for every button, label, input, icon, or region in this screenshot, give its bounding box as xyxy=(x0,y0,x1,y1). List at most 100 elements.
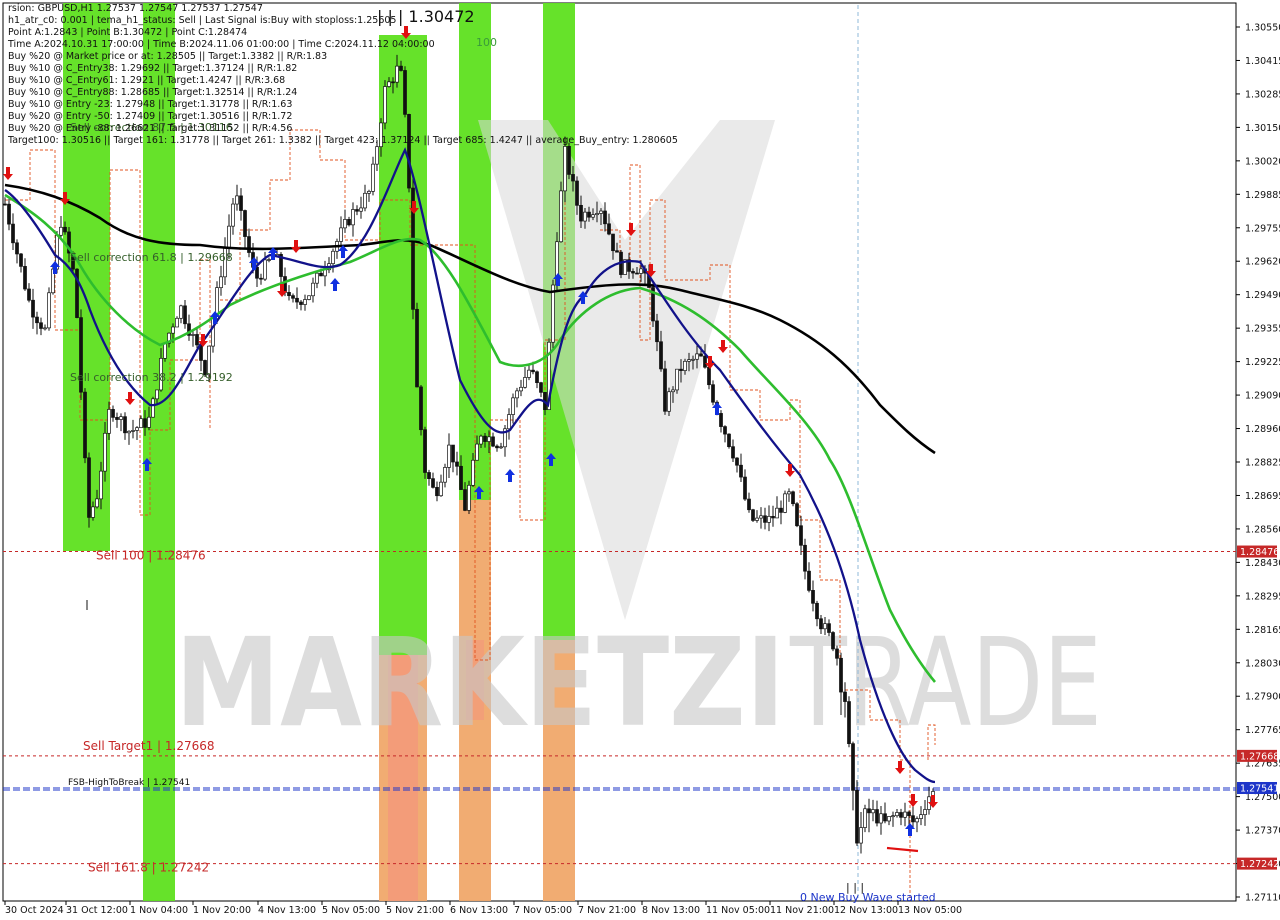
candle-body xyxy=(531,369,535,373)
price-label: 1.27541 xyxy=(1240,783,1279,794)
candle-body xyxy=(391,81,395,84)
candle-body xyxy=(567,146,571,175)
candle-body xyxy=(19,253,23,267)
candle-body xyxy=(467,484,471,511)
candle-body xyxy=(263,259,267,280)
candle-body xyxy=(43,327,47,330)
candle-body xyxy=(747,498,751,511)
candle-body xyxy=(823,623,827,630)
candle-body xyxy=(743,476,747,500)
candle-body xyxy=(151,398,155,418)
candle-body xyxy=(851,743,855,791)
candle-body xyxy=(183,305,187,325)
candle-body xyxy=(511,397,515,415)
candle-body xyxy=(63,226,67,233)
price-label: 1.27242 xyxy=(1240,859,1279,870)
candle-body xyxy=(343,219,347,229)
candle-body xyxy=(615,250,619,253)
candle-body xyxy=(903,811,907,818)
y-tick-label: 1.28165 xyxy=(1245,625,1280,636)
price-chart[interactable]: MARKETZI TRADE Sell correction 61.8 | 1.… xyxy=(0,0,1280,920)
candle-body xyxy=(23,266,27,290)
candle-body xyxy=(923,809,927,816)
candle-body xyxy=(887,816,891,822)
candle-body xyxy=(287,292,291,296)
candle-body xyxy=(119,416,123,420)
candle-body xyxy=(807,570,811,591)
x-tick-label: 7 Nov 21:00 xyxy=(578,905,636,916)
candle-body xyxy=(47,292,51,329)
x-tick-label: 6 Nov 13:00 xyxy=(450,905,508,916)
candle-body xyxy=(87,457,91,518)
candle-body xyxy=(459,465,463,490)
candle-body xyxy=(775,507,779,519)
candle-body xyxy=(191,334,195,336)
candle-body xyxy=(831,632,835,650)
candle-body xyxy=(819,618,823,630)
candle-body xyxy=(95,498,99,508)
candle-body xyxy=(635,272,639,275)
candle-body xyxy=(299,301,303,305)
candle-body xyxy=(315,272,319,284)
candle-body xyxy=(811,590,815,604)
candle-body xyxy=(31,299,35,318)
candle-body xyxy=(147,416,151,428)
candle-body xyxy=(783,493,787,513)
candle-body xyxy=(447,444,451,468)
candle-body xyxy=(171,326,175,334)
y-tick-label: 1.29225 xyxy=(1245,357,1280,368)
y-tick-label: 1.27370 xyxy=(1245,826,1280,837)
candle-body xyxy=(155,389,159,400)
candle-body xyxy=(247,236,251,253)
candle-body xyxy=(499,446,503,449)
candle-body xyxy=(479,435,483,445)
candle-body xyxy=(571,174,575,182)
candle-body xyxy=(475,443,479,461)
candle-body xyxy=(727,433,731,448)
y-tick-label: 1.30285 xyxy=(1245,89,1280,100)
candle-body xyxy=(723,426,727,435)
candle-body xyxy=(899,812,903,818)
x-tick-label: 5 Nov 21:00 xyxy=(386,905,444,916)
y-tick-label: 1.28030 xyxy=(1245,658,1280,669)
candle-body xyxy=(607,223,611,235)
candle-body xyxy=(227,225,231,249)
candle-body xyxy=(7,203,11,225)
candle-body xyxy=(751,509,755,521)
level-label: FSB-HighToBreak | 1.27541 xyxy=(68,778,190,788)
y-tick-label: 1.28295 xyxy=(1245,591,1280,602)
candle-body xyxy=(595,213,599,216)
y-tick-label: 1.30550 xyxy=(1245,23,1280,34)
candle-body xyxy=(307,295,311,300)
x-tick-label: 30 Oct 2024 xyxy=(5,905,64,916)
candle-body xyxy=(883,813,887,822)
candle-body xyxy=(483,435,487,442)
candle-body xyxy=(859,827,863,844)
candle-body xyxy=(495,445,499,449)
candle-body xyxy=(487,436,491,442)
candle-body xyxy=(15,242,19,255)
candle-body xyxy=(583,211,587,222)
candle-body xyxy=(755,517,759,521)
candle-body xyxy=(575,180,579,206)
candle-body xyxy=(563,146,567,192)
candle-body xyxy=(915,818,919,823)
candle-body xyxy=(759,515,763,519)
candle-body xyxy=(683,360,687,371)
candle-body xyxy=(867,808,871,814)
candle-body xyxy=(779,507,783,513)
candle-body xyxy=(455,461,459,467)
candle-body xyxy=(507,414,511,430)
level-label: Sell 161.8 | 1.27242 xyxy=(88,861,209,875)
candle-body xyxy=(611,233,615,252)
candle-body xyxy=(419,386,423,431)
x-tick-label: 7 Nov 05:00 xyxy=(514,905,572,916)
candle-body xyxy=(395,65,399,83)
candle-body xyxy=(515,390,519,399)
candle-body xyxy=(303,299,307,305)
candle-body xyxy=(175,317,179,328)
candle-body xyxy=(259,277,263,280)
candle-body xyxy=(787,491,791,495)
y-tick-label: 1.30150 xyxy=(1245,123,1280,134)
candle-body xyxy=(3,203,7,206)
